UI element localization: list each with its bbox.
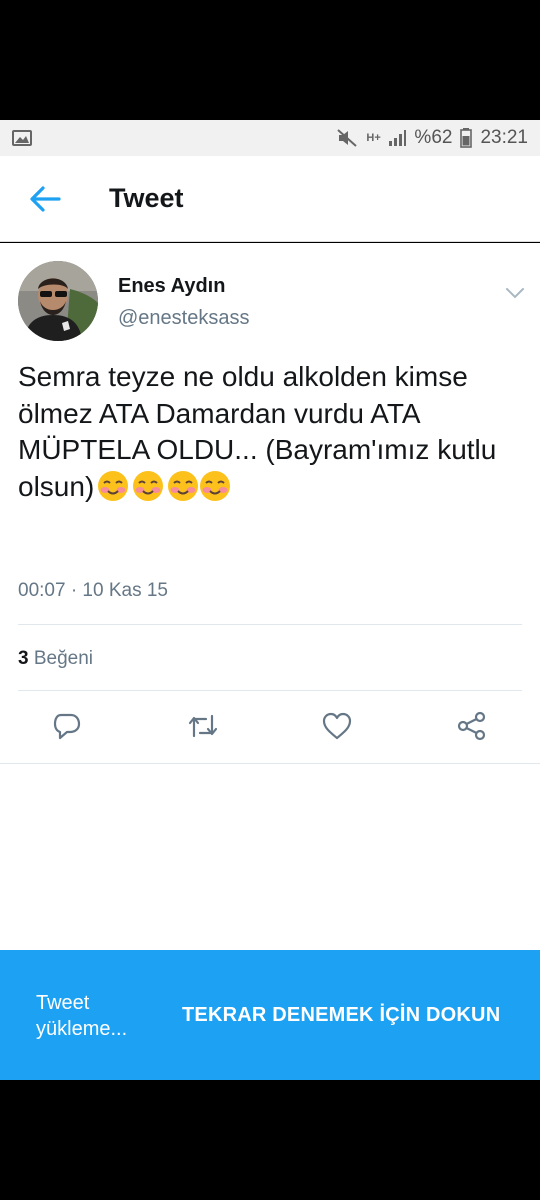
author-handle[interactable]: @enesteksass xyxy=(118,307,249,330)
mute-icon xyxy=(336,128,358,148)
tweet-timestamp: 00:07 · 10 Kas 15 xyxy=(18,580,168,601)
back-button[interactable] xyxy=(13,167,77,231)
smiling-face-icon xyxy=(97,470,129,502)
status-time: 23:21 xyxy=(480,127,528,148)
chevron-down-icon xyxy=(506,288,524,299)
likes-label: Beğeni xyxy=(33,648,94,669)
signal-icon xyxy=(388,130,407,146)
tweet-menu-button[interactable] xyxy=(502,283,528,303)
reply-button[interactable] xyxy=(47,706,87,746)
tweet-detail: Enes Aydın @enesteksass Semra teyze ne o… xyxy=(0,243,540,950)
author-name[interactable]: Enes Aydın xyxy=(118,275,225,298)
tweet-body: Semra teyze ne oldu alkolden kimse ölmez… xyxy=(18,361,497,502)
reply-icon xyxy=(53,713,81,740)
app-bar: Tweet xyxy=(0,156,540,242)
network-icon: H+ xyxy=(366,131,381,144)
status-bar: H+ %62 23:21 xyxy=(0,120,540,156)
battery-percent: %62 xyxy=(414,127,453,148)
gallery-icon xyxy=(12,130,32,146)
likes-row[interactable]: 3 Beğeni xyxy=(18,648,93,670)
share-icon xyxy=(457,711,486,741)
tweet-actions xyxy=(0,706,540,748)
smiling-face-icon xyxy=(199,470,231,502)
likes-count: 3 xyxy=(18,648,29,669)
divider xyxy=(18,690,522,691)
smiling-face-icon xyxy=(167,470,199,502)
retweet-icon xyxy=(188,714,218,738)
retweet-button[interactable] xyxy=(183,706,223,746)
page-title: Tweet xyxy=(109,183,184,213)
avatar[interactable] xyxy=(18,261,98,341)
tweet-text: Semra teyze ne oldu alkolden kimse ölmez… xyxy=(18,359,523,505)
tweet-author[interactable]: Enes Aydın @enesteksass xyxy=(18,261,528,341)
like-icon xyxy=(322,712,352,740)
divider xyxy=(0,763,540,764)
retry-button[interactable]: TEKRAR DENEMEK İÇİN DOKUN xyxy=(182,1004,500,1027)
top-letterbox xyxy=(0,0,540,120)
snackbar-message: Tweet yükleme... xyxy=(36,992,128,1040)
battery-icon xyxy=(460,128,473,148)
share-button[interactable] xyxy=(452,706,492,746)
error-snackbar: Tweet yükleme... TEKRAR DENEMEK İÇİN DOK… xyxy=(0,950,540,1080)
phone-screen: H+ %62 23:21 Tweet Enes Aydın @enesteksa… xyxy=(0,0,540,1200)
divider xyxy=(18,624,522,625)
like-button[interactable] xyxy=(317,706,357,746)
smiling-face-icon xyxy=(132,470,164,502)
arrow-left-icon xyxy=(30,185,61,212)
bottom-letterbox xyxy=(0,1080,540,1200)
